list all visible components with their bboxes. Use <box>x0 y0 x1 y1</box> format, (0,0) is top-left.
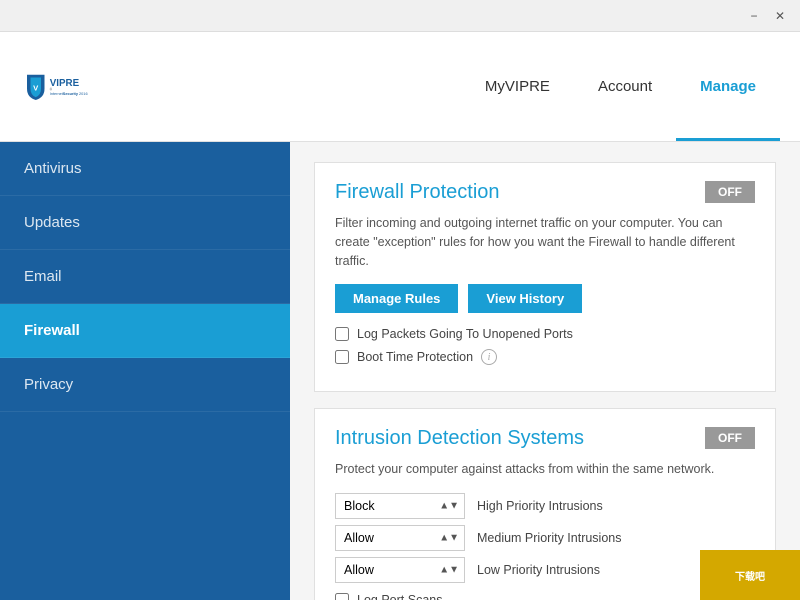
sidebar-item-privacy[interactable]: Privacy <box>0 358 290 412</box>
sidebar-item-updates[interactable]: Updates <box>0 196 290 250</box>
ids-rule-label-2: Low Priority Intrusions <box>477 563 600 577</box>
log-packets-checkbox[interactable] <box>335 327 349 341</box>
ids-select-medium[interactable]: Block Allow Prompt <box>335 525 465 551</box>
nav-account[interactable]: Account <box>574 32 676 141</box>
svg-text:V: V <box>33 83 39 92</box>
boot-protection-row: Boot Time Protection i <box>335 349 755 365</box>
log-port-scans-row: Log Port Scans <box>335 593 755 600</box>
manage-rules-button[interactable]: Manage Rules <box>335 284 458 313</box>
vipre-logo: V VIPRE ® InternetSecurity 2016 <box>20 52 90 122</box>
ids-rules: Block Allow Prompt ▲▼ High Priority Intr… <box>335 493 755 583</box>
ids-title: Intrusion Detection Systems <box>335 427 584 450</box>
ids-rule-label-0: High Priority Intrusions <box>477 499 603 513</box>
firewall-toggle[interactable]: OFF <box>705 181 755 203</box>
title-bar: − ✕ <box>0 0 800 32</box>
firewall-description: Filter incoming and outgoing internet tr… <box>335 214 755 270</box>
sidebar-item-antivirus[interactable]: Antivirus <box>0 142 290 196</box>
ids-rule-label-1: Medium Priority Intrusions <box>477 531 622 545</box>
ids-rule-row-0: Block Allow Prompt ▲▼ High Priority Intr… <box>335 493 755 519</box>
boot-protection-info-icon[interactable]: i <box>481 349 497 365</box>
close-button[interactable]: ✕ <box>768 6 792 26</box>
watermark-badge: 下载吧 <box>700 550 800 600</box>
firewall-section: Firewall Protection OFF Filter incoming … <box>314 162 776 392</box>
ids-select-high[interactable]: Block Allow Prompt <box>335 493 465 519</box>
ids-rule-row-1: Block Allow Prompt ▲▼ Medium Priority In… <box>335 525 755 551</box>
ids-description: Protect your computer against attacks fr… <box>335 460 755 479</box>
ids-select-wrap-1: Block Allow Prompt ▲▼ <box>335 525 465 551</box>
ids-rule-row-2: Block Allow Prompt ▲▼ Low Priority Intru… <box>335 557 755 583</box>
ids-select-wrap-2: Block Allow Prompt ▲▼ <box>335 557 465 583</box>
header: V VIPRE ® InternetSecurity 2016 MyVIPRE … <box>0 32 800 142</box>
content-area: Firewall Protection OFF Filter incoming … <box>290 142 800 600</box>
sidebar-item-email[interactable]: Email <box>0 250 290 304</box>
nav-myvipre[interactable]: MyVIPRE <box>461 32 574 141</box>
firewall-btn-row: Manage Rules View History <box>335 284 755 313</box>
log-port-scans-label: Log Port Scans <box>357 593 442 600</box>
sidebar: Antivirus Updates Email Firewall Privacy <box>0 142 290 600</box>
sidebar-item-firewall[interactable]: Firewall <box>0 304 290 358</box>
boot-protection-label: Boot Time Protection <box>357 350 473 364</box>
minimize-button[interactable]: − <box>742 6 766 26</box>
view-history-button[interactable]: View History <box>468 284 582 313</box>
ids-select-wrap-0: Block Allow Prompt ▲▼ <box>335 493 465 519</box>
boot-protection-checkbox[interactable] <box>335 350 349 364</box>
ids-toggle[interactable]: OFF <box>705 427 755 449</box>
nav-manage[interactable]: Manage <box>676 32 780 141</box>
log-packets-row: Log Packets Going To Unopened Ports <box>335 327 755 341</box>
main-layout: Antivirus Updates Email Firewall Privacy… <box>0 142 800 600</box>
firewall-section-header: Firewall Protection OFF <box>335 181 755 204</box>
svg-text:InternetSecurity 2016: InternetSecurity 2016 <box>50 92 88 96</box>
ids-select-low[interactable]: Block Allow Prompt <box>335 557 465 583</box>
logo-area: V VIPRE ® InternetSecurity 2016 <box>20 52 300 122</box>
firewall-title: Firewall Protection <box>335 181 500 204</box>
ids-section-header: Intrusion Detection Systems OFF <box>335 427 755 450</box>
svg-text:VIPRE: VIPRE <box>50 77 80 88</box>
nav-area: MyVIPRE Account Manage <box>300 32 780 141</box>
log-packets-label: Log Packets Going To Unopened Ports <box>357 327 573 341</box>
log-port-scans-checkbox[interactable] <box>335 593 349 600</box>
